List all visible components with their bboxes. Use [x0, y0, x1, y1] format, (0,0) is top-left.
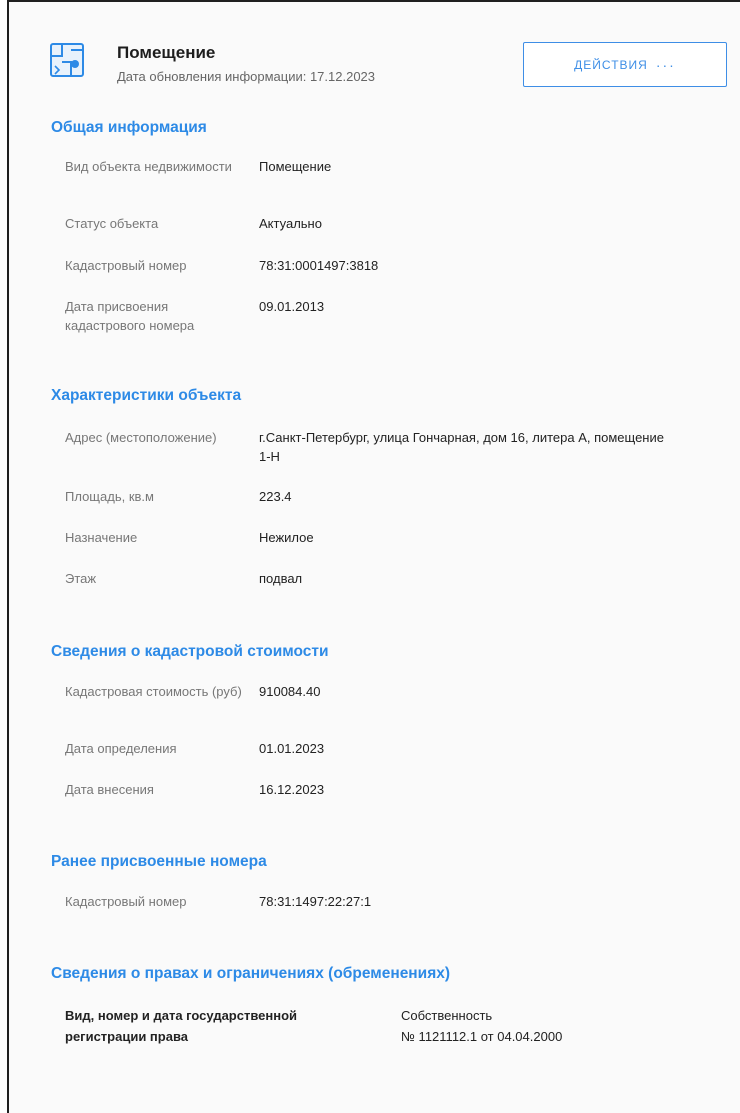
- rights-label: Вид, номер и дата государственной регист…: [65, 1005, 365, 1047]
- actions-button[interactable]: действия ···: [523, 42, 727, 87]
- field-value: 910084.40: [259, 684, 321, 699]
- rights-value-line: № 1121112.1 от 04.04.2000: [401, 1029, 563, 1044]
- field-label: Кадастровый номер: [65, 894, 187, 909]
- field-value: Актуально: [259, 216, 322, 231]
- field-label: Статус объекта: [65, 216, 159, 231]
- field-value: г.Санкт-Петербург, улица Гончарная, дом …: [259, 430, 664, 464]
- more-dots-icon: ···: [655, 56, 676, 73]
- field-value: 01.01.2023: [259, 741, 325, 756]
- field-label: Адрес (местоположение): [65, 430, 217, 445]
- field-label: Дата внесения: [65, 782, 154, 797]
- page-title: Помещение: [117, 43, 216, 62]
- field-value: Помещение: [259, 159, 332, 174]
- field-value: Нежилое: [259, 530, 314, 545]
- field-value: 78:31:0001497:3818: [259, 258, 379, 273]
- card-header: Помещение Дата обновления информации: 17…: [49, 42, 739, 92]
- field-value: 78:31:1497:22:27:1: [259, 894, 372, 909]
- field-label: Дата присвоения кадастрового номера: [65, 299, 195, 333]
- field-label: Дата определения: [65, 741, 177, 756]
- section-title-characteristics: Характеристики объекта: [51, 387, 242, 404]
- actions-button-label: действия: [574, 57, 648, 72]
- rights-value-line: Собственность: [401, 1008, 493, 1023]
- object-card: Помещение Дата обновления информации: 17…: [7, 0, 740, 1113]
- field-label: Кадастровый номер: [65, 258, 187, 273]
- section-title-rights: Сведения о правах и ограничениях (обреме…: [51, 965, 451, 982]
- field-label: Площадь, кв.м: [65, 489, 154, 504]
- building-plan-icon: [49, 42, 85, 78]
- field-value: 223.4: [259, 489, 292, 504]
- field-label: Вид объекта недвижимости: [65, 159, 232, 174]
- section-title-cadastral-value: Сведения о кадастровой стоимости: [51, 643, 329, 660]
- rights-value: Собственность № 1121112.1 от 04.04.2000: [401, 1005, 701, 1047]
- field-value: 16.12.2023: [259, 782, 325, 797]
- rights-label-line: регистрации права: [65, 1029, 189, 1044]
- field-value: 09.01.2013: [259, 299, 325, 314]
- update-date: Дата обновления информации: 17.12.2023: [117, 69, 376, 84]
- rights-label-line: Вид, номер и дата государственной: [65, 1008, 298, 1023]
- section-title-previous-numbers: Ранее присвоенные номера: [51, 853, 267, 870]
- field-label: Назначение: [65, 530, 138, 545]
- section-title-general: Общая информация: [51, 119, 207, 136]
- field-value: подвал: [259, 571, 303, 586]
- field-label: Кадастровая стоимость (руб): [65, 684, 242, 699]
- field-label: Этаж: [65, 571, 97, 586]
